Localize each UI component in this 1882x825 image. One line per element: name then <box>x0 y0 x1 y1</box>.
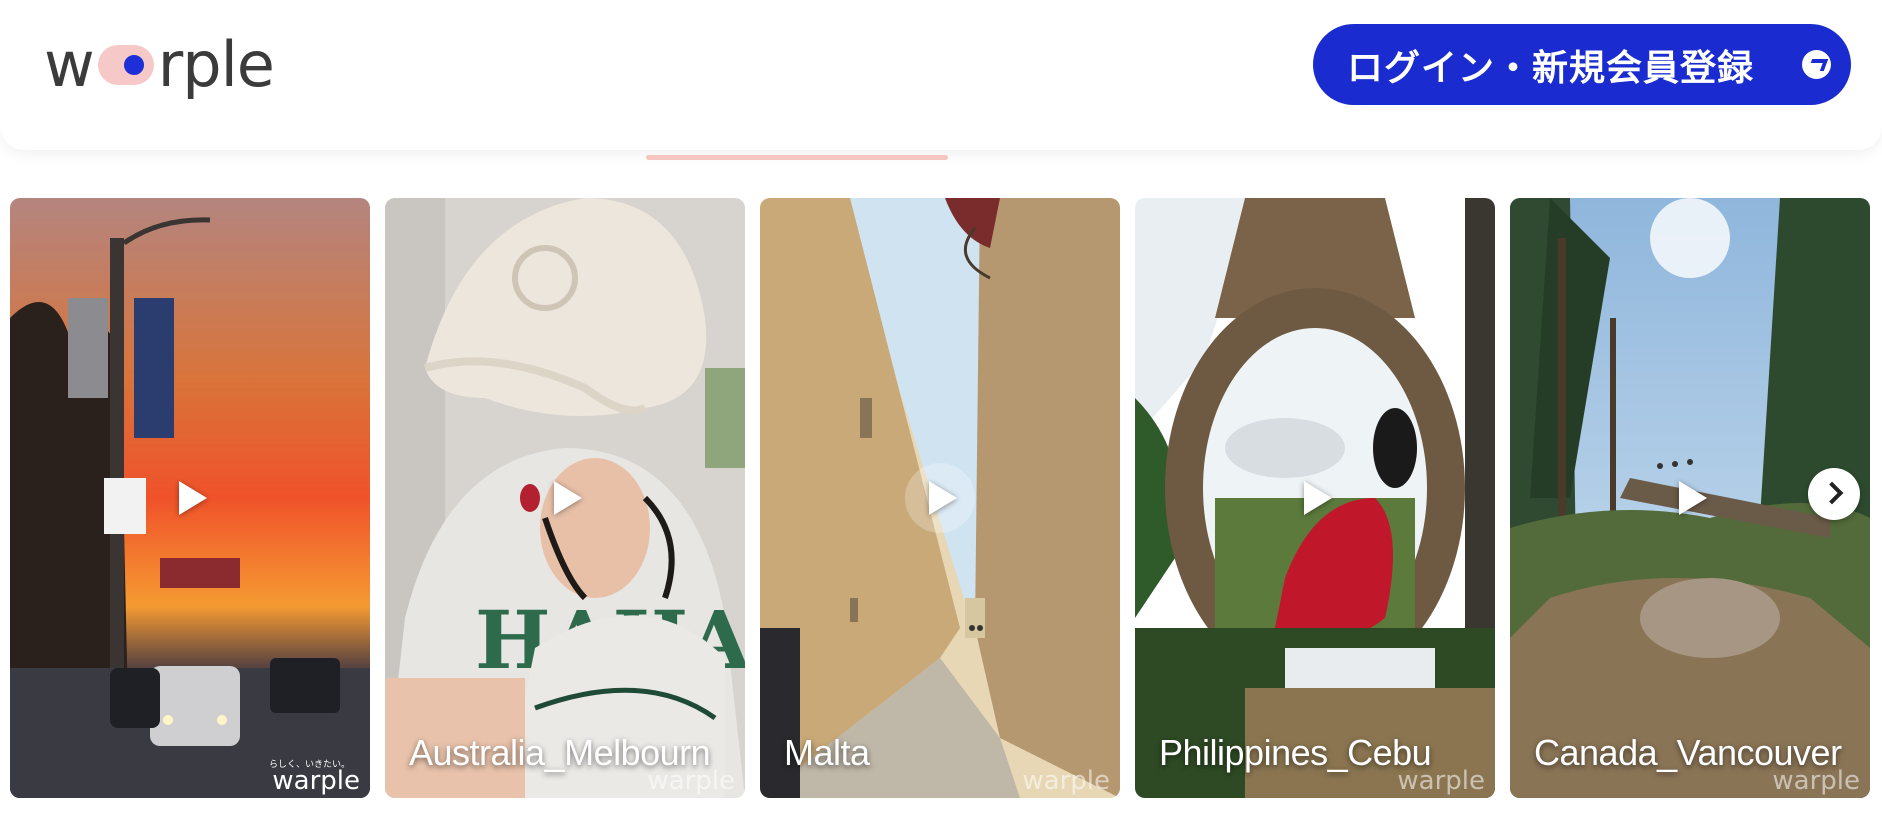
logo-text-left: w <box>44 28 95 101</box>
login-register-button[interactable]: ログイン・新規会員登録 <box>1313 24 1851 105</box>
play-icon[interactable] <box>155 463 225 533</box>
play-icon[interactable] <box>1655 463 1725 533</box>
site-header: w rple ログイン・新規会員登録 <box>0 0 1882 150</box>
logo-mark-icon <box>97 45 154 85</box>
play-icon[interactable] <box>530 463 600 533</box>
chevron-right-icon[interactable] <box>1808 468 1860 520</box>
video-card[interactable]: Malta warple <box>760 198 1120 798</box>
logo-text-right: rple <box>157 28 275 101</box>
warple-watermark: warple <box>1397 766 1485 796</box>
tab-indicator <box>646 155 948 160</box>
video-card[interactable]: Philippines_Cebu warple <box>1135 198 1495 798</box>
video-card[interactable]: HAHA Australia_Melbourn warple <box>385 198 745 798</box>
play-icon[interactable] <box>1280 463 1350 533</box>
video-carousel: らしく、いきたい。 warple HAHA Australia_Melbourn… <box>10 198 1872 798</box>
warple-watermark: warple <box>272 766 360 796</box>
warple-watermark: warple <box>1772 766 1860 796</box>
warple-logo[interactable]: w rple <box>44 28 275 101</box>
arrow-right-circle-icon <box>1802 50 1831 79</box>
card-title: Malta <box>784 732 870 773</box>
play-icon[interactable] <box>905 463 975 533</box>
login-register-label: ログイン・新規会員登録 <box>1347 47 1755 89</box>
card-title: Philippines_Cebu <box>1159 732 1432 773</box>
warple-watermark: warple <box>647 766 735 796</box>
video-card[interactable]: らしく、いきたい。 warple <box>10 198 370 798</box>
warple-watermark: warple <box>1022 766 1110 796</box>
